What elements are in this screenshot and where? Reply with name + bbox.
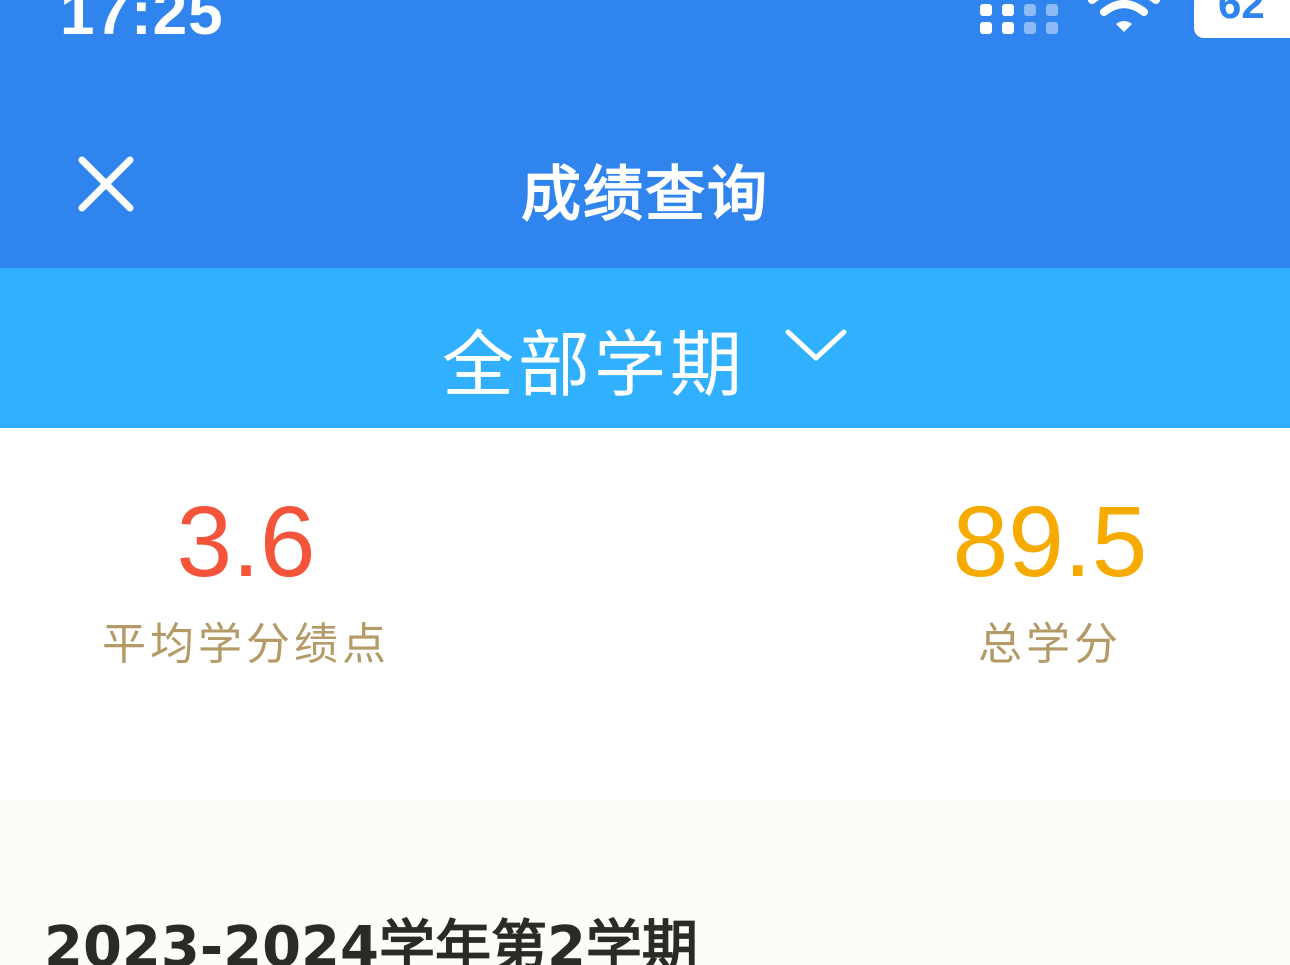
battery-level: 62 bbox=[1218, 0, 1265, 27]
status-icons: 62 bbox=[980, 0, 1290, 40]
app-header: 17:25 62 成绩查询 bbox=[0, 0, 1290, 268]
semester-section-title: 2023-2024学年第2学期 bbox=[44, 915, 698, 965]
grade-query-screen: 17:25 62 成绩查询 全部学期 3.6 平均学分绩点 89.5 总学分 2… bbox=[0, 0, 1290, 965]
battery-icon: 62 bbox=[1194, 0, 1290, 38]
status-time: 17:25 bbox=[60, 0, 224, 48]
total-credits-label: 总学分 bbox=[978, 619, 1122, 670]
signal-icon bbox=[980, 0, 1066, 34]
total-credits-value: 89.5 bbox=[952, 486, 1148, 598]
semester-label: 全部学期 bbox=[442, 323, 747, 407]
page-title: 成绩查询 bbox=[521, 160, 769, 230]
semester-dropdown[interactable]: 全部学期 bbox=[0, 268, 1290, 428]
gpa-label: 平均学分绩点 bbox=[102, 619, 390, 670]
wifi-icon bbox=[1088, 0, 1160, 32]
gpa-value: 3.6 bbox=[176, 486, 316, 598]
chevron-down-icon bbox=[785, 329, 847, 361]
